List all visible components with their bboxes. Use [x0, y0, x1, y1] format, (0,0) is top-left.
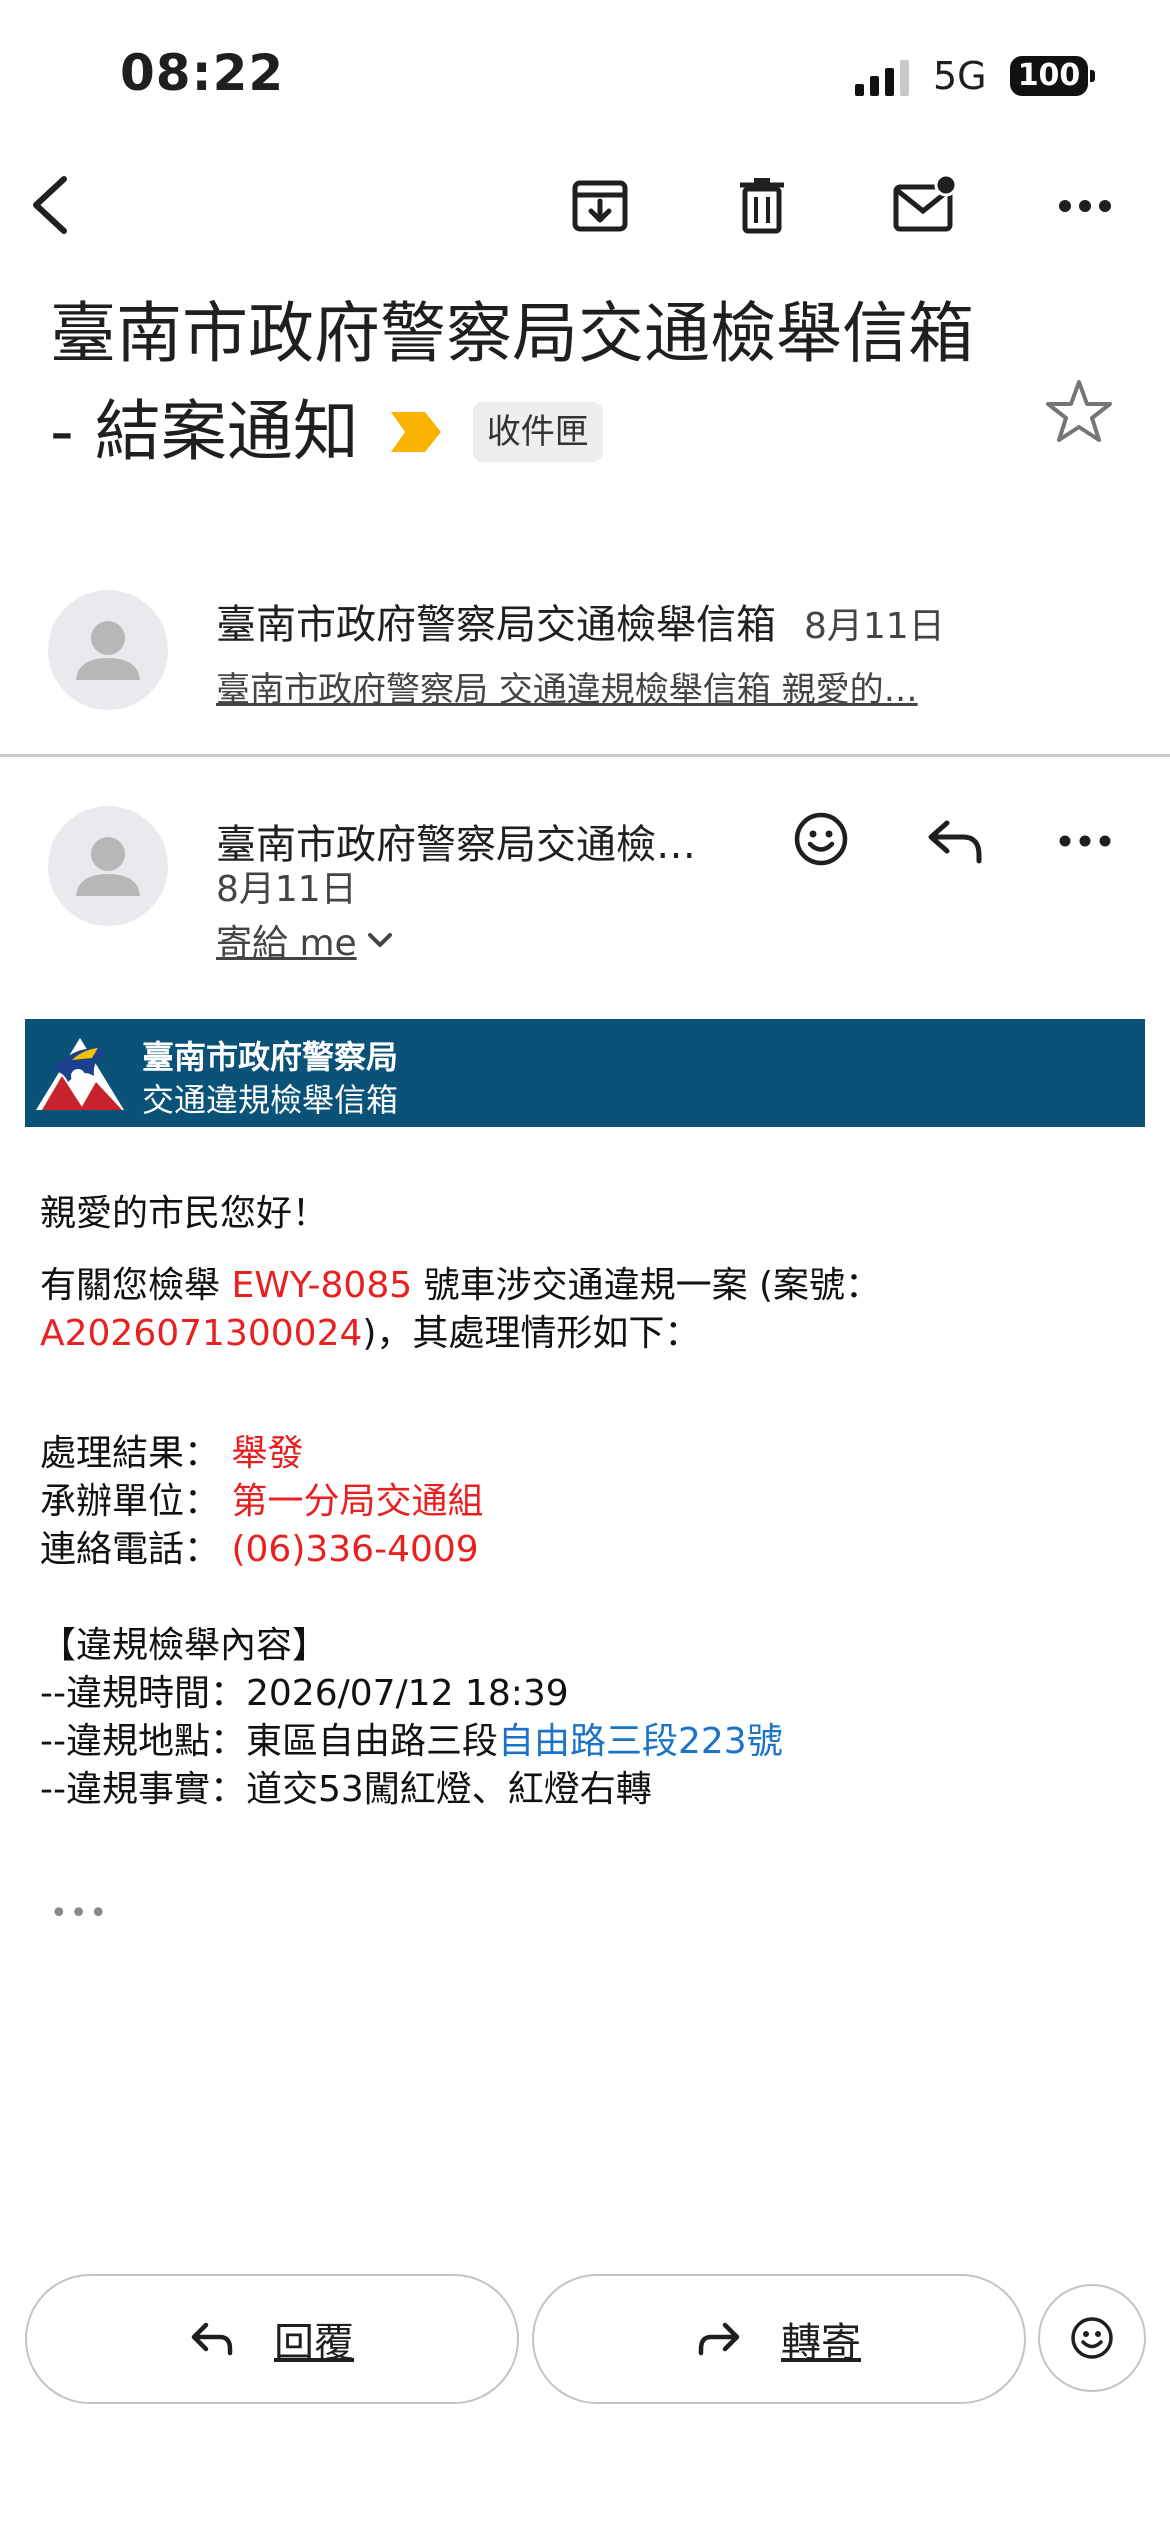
- violation-fact-label: --違規事實：: [40, 1769, 246, 1810]
- star-icon[interactable]: [1045, 378, 1113, 448]
- sender-avatar: [48, 590, 168, 710]
- violation-place-line: --違規地點：東區自由路三段自由路三段223號: [40, 1712, 783, 1764]
- cellular-signal-icon: [855, 60, 909, 96]
- intro-line: 有關您檢舉 EWY-8085 號車涉交通違規一案 (案號：: [40, 1256, 881, 1308]
- reply-button-label: 回覆: [274, 2320, 354, 2366]
- inbox-label-chip[interactable]: 收件匣: [472, 402, 603, 462]
- intro-end: )，其處理情形如下：: [362, 1313, 701, 1354]
- phone-label: 連絡電話：: [40, 1529, 221, 1570]
- network-type: 5G: [933, 54, 987, 98]
- violation-time-line: --違規時間：2026/07/12 18:39: [40, 1664, 569, 1716]
- unit-value: 第一分局交通組: [231, 1481, 484, 1522]
- archive-icon[interactable]: [568, 172, 632, 238]
- violation-time-label: --違規時間：: [40, 1673, 246, 1714]
- back-arrow-icon[interactable]: [18, 170, 78, 240]
- violation-time-value: 2026/07/12 18:39: [245, 1673, 569, 1714]
- mark-unread-icon[interactable]: [890, 170, 960, 240]
- more-horizontal-icon[interactable]: [1055, 188, 1115, 224]
- forward-button-label: 轉寄: [781, 2320, 861, 2366]
- reply-button[interactable]: 回覆: [25, 2274, 519, 2404]
- forward-arrow-icon: [698, 2322, 740, 2356]
- result-label: 處理結果：: [40, 1433, 221, 1474]
- chevron-down-icon: [367, 933, 392, 947]
- intro-text-2: 號車涉交通違規一案 (案號：: [412, 1265, 882, 1306]
- result-value: 舉發: [231, 1433, 304, 1474]
- subject-line-1: 臺南市政府警察局交通檢舉信箱: [50, 295, 974, 372]
- case-line: A2026071300024)，其處理情形如下：: [40, 1304, 700, 1356]
- smiley-icon: [1071, 2317, 1113, 2359]
- phone-line: 連絡電話： (06)336-4009: [40, 1520, 479, 1572]
- message-snippet[interactable]: 臺南市政府警察局 交通違規檢舉信箱 親愛的…: [216, 662, 1146, 711]
- email-subject: 臺南市政府警察局交通檢舉信箱 - 結案通知 收件匣: [50, 285, 1010, 481]
- sender-name: 臺南市政府警察局交通檢舉信箱: [216, 602, 776, 648]
- message-date: 8月11日: [804, 606, 945, 647]
- divider: [0, 754, 1170, 757]
- police-logo-icon: [32, 1030, 128, 1120]
- section-title: 【違規檢舉內容】: [40, 1625, 329, 1666]
- intro-text: 有關您檢舉: [40, 1265, 232, 1306]
- trash-icon[interactable]: [730, 172, 794, 238]
- recipient-label: 寄給 me: [216, 923, 357, 964]
- recipient-toggle[interactable]: 寄給 me: [216, 914, 393, 966]
- battery-tip: [1090, 70, 1095, 82]
- forward-button[interactable]: 轉寄: [532, 2274, 1026, 2404]
- case-number: A2026071300024: [40, 1313, 363, 1354]
- phone-value[interactable]: (06)336-4009: [231, 1529, 478, 1570]
- sender-avatar: [48, 806, 168, 926]
- reply-icon[interactable]: [922, 812, 988, 868]
- greeting: 親愛的市民您好！: [40, 1193, 329, 1234]
- emoji-reaction-icon[interactable]: [790, 808, 852, 870]
- result-line: 處理結果： 舉發: [40, 1424, 303, 1476]
- message-date: 8月11日: [216, 869, 357, 910]
- banner-subtitle: 交通違規檢舉信箱: [142, 1081, 399, 1119]
- collapsed-message[interactable]: 臺南市政府警察局交通檢舉信箱 8月11日 臺南市政府警察局 交通違規檢舉信箱 親…: [216, 592, 1146, 711]
- subject-line-2: - 結案通知: [50, 393, 359, 470]
- address-link[interactable]: 自由路三段223號: [498, 1721, 783, 1762]
- emoji-react-button[interactable]: [1038, 2284, 1146, 2392]
- important-marker-icon[interactable]: [389, 410, 443, 454]
- reply-arrow-icon: [191, 2322, 233, 2356]
- unit-line: 承辦單位： 第一分局交通組: [40, 1472, 483, 1524]
- status-time: 08:22: [120, 44, 285, 102]
- violation-fact-value: 道交53闖紅燈、紅燈右轉: [245, 1769, 652, 1810]
- violation-place-label: --違規地點：: [40, 1721, 246, 1762]
- show-trimmed-content-button[interactable]: •••: [50, 1896, 109, 1931]
- violation-fact-line: --違規事實：道交53闖紅燈、紅燈右轉: [40, 1760, 652, 1812]
- battery-level: 100: [1010, 56, 1088, 96]
- violation-place-value: 東區自由路三段: [245, 1721, 498, 1762]
- banner-title: 臺南市政府警察局: [142, 1038, 399, 1076]
- plate-number: EWY-8085: [231, 1265, 413, 1306]
- message-more-icon[interactable]: [1055, 826, 1115, 856]
- unit-label: 承辦單位：: [40, 1481, 221, 1522]
